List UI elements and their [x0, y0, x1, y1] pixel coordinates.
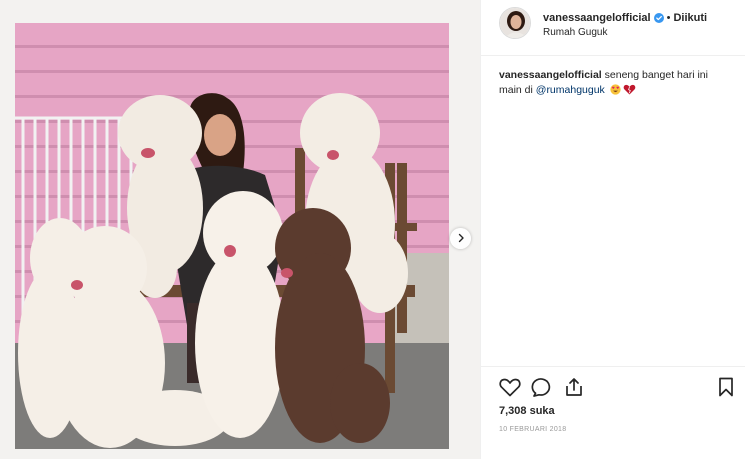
actions-bar: 7,308 suka 10 FEBRUARI 2018 — [481, 366, 745, 459]
share-icon — [564, 377, 584, 402]
white-poodle-front-center — [195, 191, 285, 438]
post-photo-illustration — [15, 23, 449, 449]
comment-icon — [531, 377, 553, 402]
mention-link[interactable]: @rumahguguk — [536, 84, 605, 96]
next-photo-button[interactable] — [450, 228, 471, 249]
following-button[interactable]: Diikuti — [673, 11, 707, 25]
like-count[interactable]: 7,308 suka — [499, 405, 555, 417]
verified-badge-icon — [653, 13, 664, 23]
comment-button[interactable] — [531, 377, 553, 402]
post-photo[interactable] — [15, 23, 449, 449]
chevron-right-icon — [456, 230, 466, 248]
avatar[interactable] — [499, 7, 531, 39]
separator-dot: • — [666, 12, 671, 24]
post-date: 10 FEBRUARI 2018 — [499, 426, 567, 433]
location-link[interactable]: Rumah Guguk — [543, 27, 607, 39]
save-button[interactable] — [718, 377, 734, 402]
post-side-panel: vanessaangelofficial • Diikuti Rumah Gug… — [480, 0, 745, 459]
username-link[interactable]: vanessaangelofficial — [543, 11, 651, 25]
share-button[interactable] — [564, 377, 584, 402]
heart-eyes-emoji-icon — [610, 84, 621, 100]
post-header: vanessaangelofficial • Diikuti Rumah Gug… — [481, 0, 745, 56]
caption: vanessaangelofficial seneng banget hari … — [499, 68, 731, 100]
header-line: vanessaangelofficial • Diikuti — [543, 11, 707, 25]
caption-username-link[interactable]: vanessaangelofficial — [499, 69, 602, 81]
like-button[interactable] — [499, 377, 521, 402]
heart-icon — [499, 377, 521, 402]
heart-emoji-icon — [623, 84, 636, 100]
bookmark-icon — [718, 377, 734, 402]
